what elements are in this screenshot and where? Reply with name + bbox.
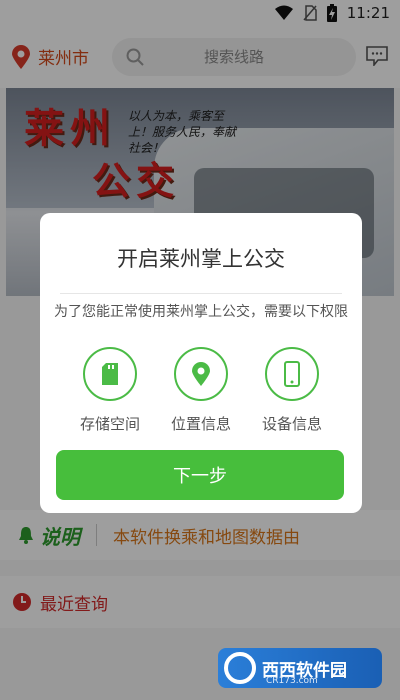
watermark-c-icon	[224, 652, 256, 684]
permission-storage-circle	[83, 347, 137, 401]
watermark-logo: 西西软件园 CR173.com	[218, 648, 382, 688]
permission-location-circle	[174, 347, 228, 401]
permission-dialog: 开启莱州掌上公交 为了您能正常使用莱州掌上公交，需要以下权限 存储空间 位置信息	[40, 213, 362, 513]
permission-device-circle	[265, 347, 319, 401]
location-pin-icon	[192, 362, 210, 386]
dialog-title: 开启莱州掌上公交	[117, 247, 285, 271]
dialog-divider	[60, 293, 342, 294]
next-button[interactable]: 下一步	[56, 450, 344, 500]
dialog-description: 为了您能正常使用莱州掌上公交，需要以下权限	[54, 304, 348, 320]
watermark-url: CR173.com	[266, 676, 318, 686]
permission-device: 设备信息	[247, 347, 337, 434]
permission-location: 位置信息	[156, 347, 246, 434]
sd-card-icon	[102, 363, 118, 385]
permission-device-label: 设备信息	[261, 415, 322, 433]
permission-storage: 存储空间	[65, 347, 155, 434]
permission-location-label: 位置信息	[170, 415, 231, 433]
permission-storage-label: 存储空间	[79, 415, 140, 433]
phone-icon	[284, 361, 300, 387]
